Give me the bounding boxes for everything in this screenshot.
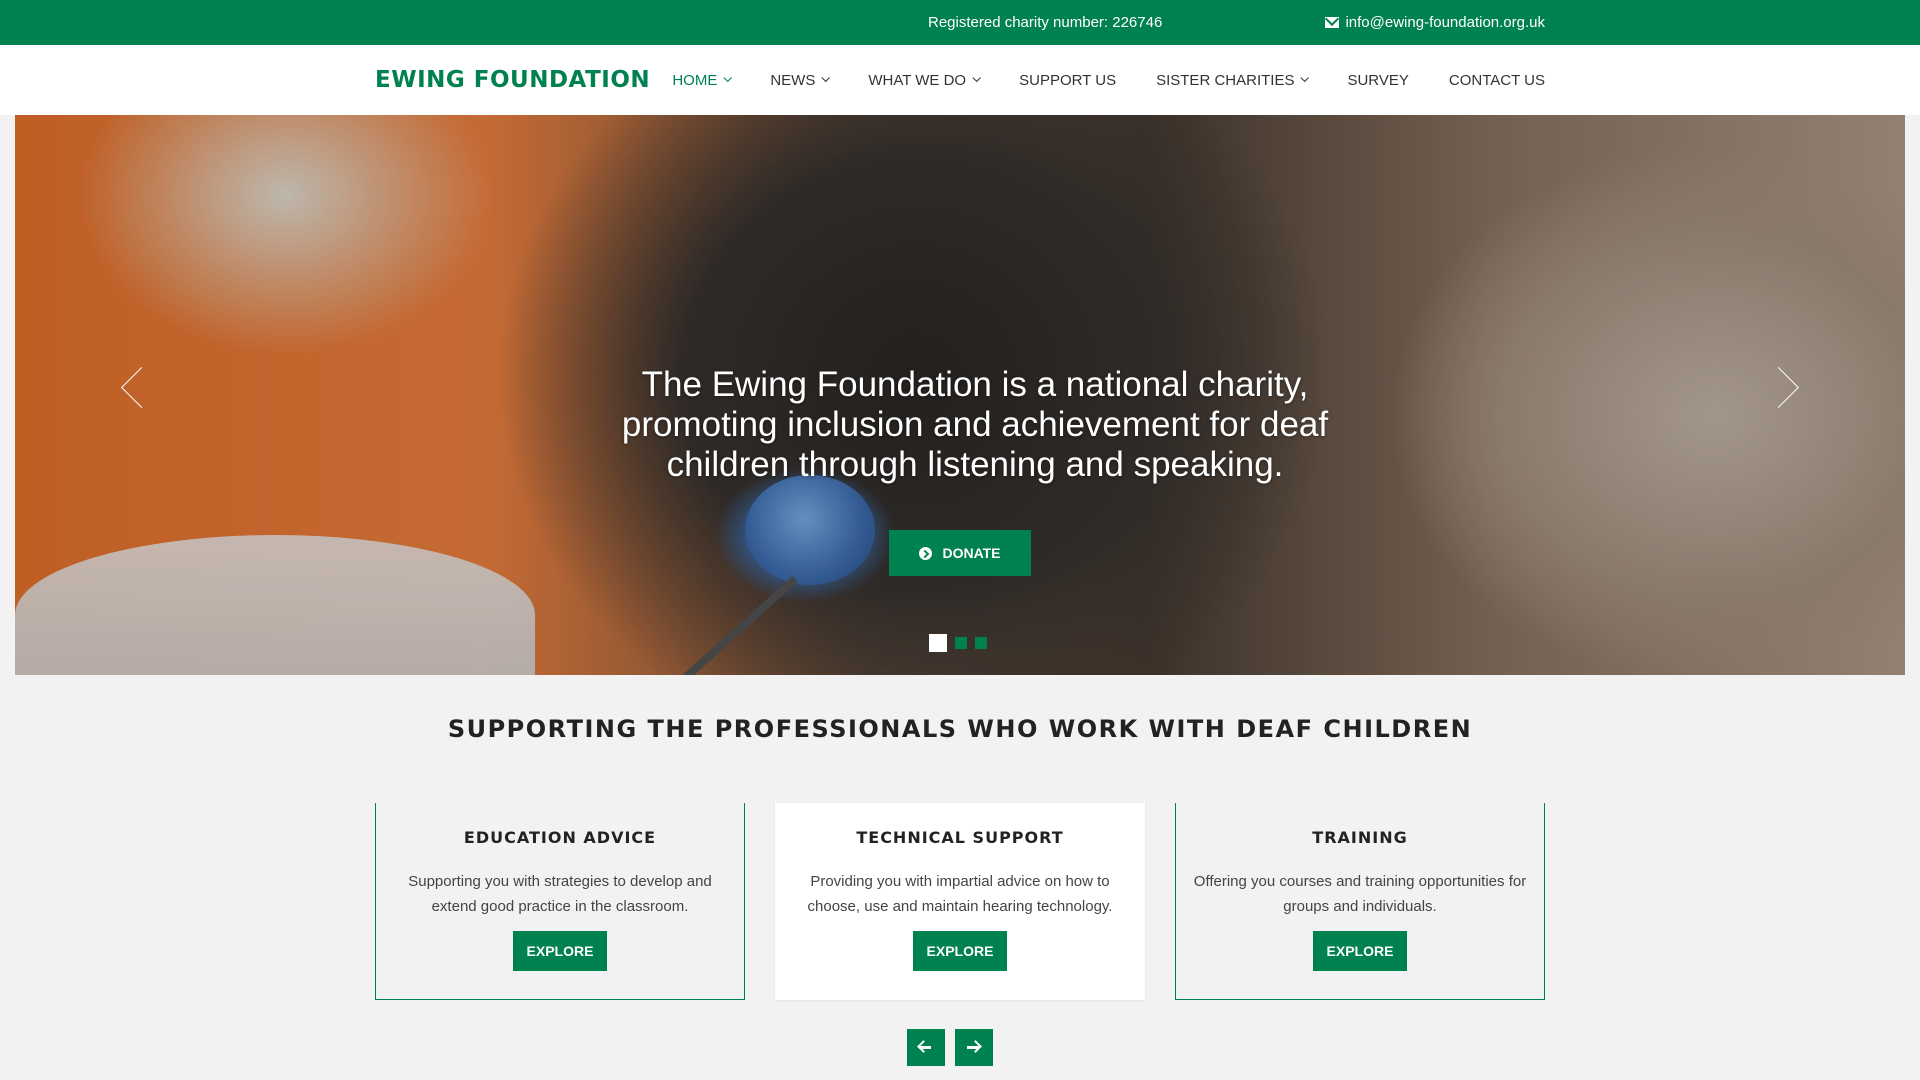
nav-what-we-do-label[interactable]: WHAT WE DO bbox=[868, 72, 966, 89]
slider-dot-2[interactable] bbox=[955, 637, 967, 649]
services-cards: EDUCATION ADVICE Supporting you with str… bbox=[375, 803, 1545, 1000]
nav-survey-label[interactable]: SURVEY bbox=[1347, 72, 1408, 89]
cards-pager bbox=[907, 1029, 993, 1066]
arrow-left-icon[interactable] bbox=[907, 1029, 945, 1066]
charity-number: Registered charity number: 226746 bbox=[928, 14, 1163, 31]
chevron-down-icon bbox=[1300, 73, 1310, 83]
nav-what-we-do[interactable]: WHAT WE DO bbox=[868, 72, 982, 89]
slider-next-arrow-icon[interactable] bbox=[1773, 365, 1803, 411]
slider-dot-3[interactable] bbox=[975, 637, 987, 649]
nav-contact-us-label[interactable]: CONTACT US bbox=[1449, 72, 1545, 89]
nav-home[interactable]: HOME bbox=[672, 72, 733, 89]
card-training: TRAINING Offering you courses and traini… bbox=[1175, 803, 1545, 1000]
slider-dot-1[interactable] bbox=[929, 634, 947, 652]
card-text: Offering you courses and training opport… bbox=[1193, 873, 1527, 915]
arrow-right-icon[interactable] bbox=[955, 1029, 993, 1066]
main-navbar: EWING FOUNDATION HOME NEWS WHAT WE DO SU… bbox=[0, 45, 1920, 115]
card-technical-support: TECHNICAL SUPPORT Providing you with imp… bbox=[775, 803, 1145, 1000]
card-title: EDUCATION ADVICE bbox=[463, 828, 657, 847]
hero-line-2: promoting inclusion and achievement for … bbox=[621, 405, 1329, 444]
nav-news[interactable]: NEWS bbox=[770, 72, 831, 89]
hero-heading: The Ewing Foundation is a national chari… bbox=[595, 365, 1355, 485]
hero-line-3: children through listening and speaking. bbox=[666, 445, 1284, 484]
chevron-down-icon bbox=[972, 73, 982, 83]
main-nav: HOME NEWS WHAT WE DO SUPPORT US SISTER C… bbox=[632, 45, 1545, 115]
nav-contact-us[interactable]: CONTACT US bbox=[1449, 72, 1545, 89]
card-title: TRAINING bbox=[1312, 828, 1408, 847]
explore-button[interactable]: EXPLORE bbox=[1313, 931, 1407, 971]
card-title: TECHNICAL SUPPORT bbox=[856, 828, 1064, 847]
card-text: Supporting you with strategies to develo… bbox=[408, 873, 712, 915]
top-bar: Registered charity number: 226746 info@e… bbox=[0, 0, 1920, 45]
section-title: SUPPORTING THE PROFESSIONALS WHO WORK WI… bbox=[447, 715, 1473, 743]
envelope-icon bbox=[1325, 17, 1340, 28]
nav-support-us[interactable]: SUPPORT US bbox=[1019, 72, 1116, 89]
slider-indicators bbox=[929, 634, 987, 652]
nav-sister-charities[interactable]: SISTER CHARITIES bbox=[1156, 72, 1310, 89]
chevron-down-icon bbox=[821, 73, 831, 83]
site-logo[interactable]: EWING FOUNDATION bbox=[375, 67, 650, 93]
explore-button[interactable]: EXPLORE bbox=[513, 931, 607, 971]
hero-line-1: The Ewing Foundation is a national chari… bbox=[641, 365, 1309, 404]
card-text: Providing you with impartial advice on h… bbox=[807, 873, 1113, 915]
slider-prev-arrow-icon[interactable] bbox=[117, 365, 147, 411]
nav-support-us-label[interactable]: SUPPORT US bbox=[1019, 72, 1116, 89]
donate-label[interactable]: DONATE bbox=[942, 545, 1000, 561]
card-education-advice: EDUCATION ADVICE Supporting you with str… bbox=[375, 803, 745, 1000]
email-link[interactable]: info@ewing-foundation.org.uk bbox=[1325, 14, 1545, 31]
nav-survey[interactable]: SURVEY bbox=[1347, 72, 1408, 89]
arrow-circle-right-icon bbox=[919, 546, 933, 560]
nav-home-label[interactable]: HOME bbox=[672, 72, 717, 89]
email-text[interactable]: info@ewing-foundation.org.uk bbox=[1345, 14, 1545, 31]
nav-sister-charities-label[interactable]: SISTER CHARITIES bbox=[1156, 72, 1294, 89]
hero-slider: The Ewing Foundation is a national chari… bbox=[15, 115, 1905, 675]
chevron-down-icon bbox=[723, 73, 733, 83]
donate-button[interactable]: DONATE bbox=[889, 530, 1031, 576]
nav-news-label[interactable]: NEWS bbox=[770, 72, 815, 89]
explore-button[interactable]: EXPLORE bbox=[913, 931, 1007, 971]
